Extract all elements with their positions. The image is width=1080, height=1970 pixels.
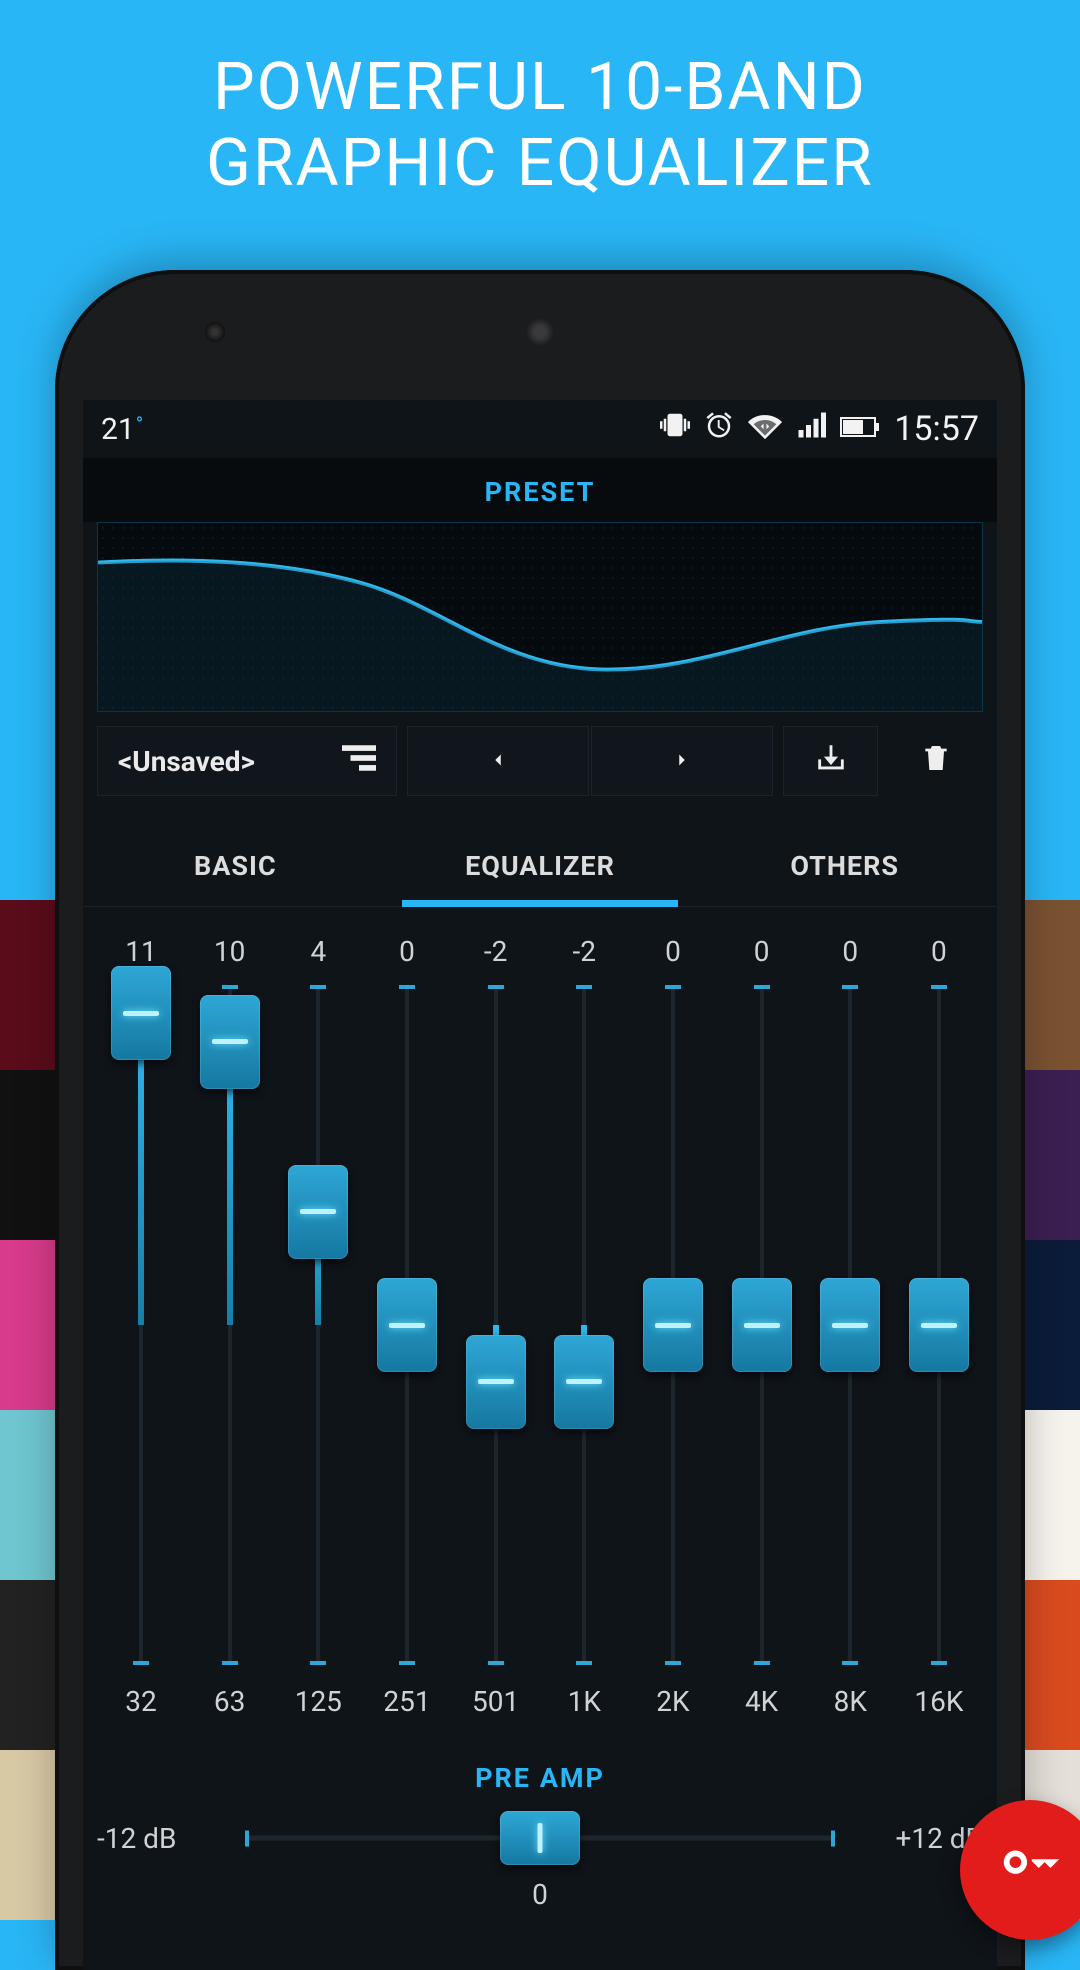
eq-band-8K: 0 8K: [806, 935, 894, 1718]
equalizer-panel: 1132 10 63 4 125 0 251 -2 501 -2 1K 0 2K 0 4K 0 8K 0 16K: [83, 907, 997, 1718]
eq-band-slider[interactable]: [806, 985, 894, 1665]
tab-basic[interactable]: BASIC: [83, 824, 388, 906]
trash-icon: [920, 741, 952, 782]
eq-band-2K: 0 2K: [629, 935, 717, 1718]
eq-band-slider[interactable]: [718, 985, 806, 1665]
eq-band-freq: 2K: [656, 1685, 689, 1718]
promo-bg-right: [1020, 900, 1080, 1920]
preamp-label: PRE AMP: [97, 1762, 983, 1794]
status-time: 15:57: [894, 409, 979, 449]
preamp-min-label: -12 dB: [97, 1822, 227, 1855]
tab-equalizer[interactable]: EQUALIZER: [388, 824, 693, 906]
eq-band-slider[interactable]: [452, 985, 540, 1665]
promo-title: POWERFUL 10-BAND GRAPHIC EQUALIZER: [0, 0, 1080, 202]
eq-band-value: 0: [931, 935, 947, 971]
preset-current-name: <Unsaved>: [118, 745, 255, 778]
eq-band-value: 10: [214, 935, 245, 971]
preamp-slider[interactable]: [245, 1808, 835, 1868]
wifi-icon: [748, 410, 782, 448]
eq-band-1K: -2 1K: [540, 935, 628, 1718]
eq-band-slider[interactable]: [895, 985, 983, 1665]
eq-band-value: 0: [754, 935, 770, 971]
eq-band-slider[interactable]: [186, 985, 274, 1665]
preset-section-header: PRESET: [83, 458, 997, 522]
eq-band-32: 1132: [97, 935, 185, 1718]
eq-band-freq: 1K: [568, 1685, 601, 1718]
eq-band-63: 10 63: [186, 935, 274, 1718]
tab-bar: BASIC EQUALIZER OTHERS: [83, 824, 997, 907]
key-icon: [995, 1833, 1065, 1907]
eq-band-16K: 0 16K: [895, 935, 983, 1718]
eq-band-slider[interactable]: [274, 985, 362, 1665]
phone-sensor: [205, 322, 225, 342]
status-temperature: 21°: [101, 412, 143, 447]
eq-band-freq: 125: [295, 1685, 342, 1718]
battery-icon: [840, 412, 880, 447]
eq-band-value: 0: [665, 935, 681, 971]
eq-band-value: 0: [399, 935, 415, 971]
preset-save-button[interactable]: [783, 726, 878, 796]
vibrate-icon: [660, 410, 690, 448]
eq-band-freq: 4K: [745, 1685, 778, 1718]
eq-band-freq: 63: [214, 1685, 245, 1718]
preamp-section: PRE AMP -12 dB +12 dB 0: [83, 1762, 997, 1911]
arrow-left-icon: [487, 745, 509, 778]
eq-band-freq: 8K: [834, 1685, 867, 1718]
eq-response-graph: [97, 522, 983, 712]
preset-prev-button[interactable]: [407, 726, 589, 796]
eq-band-freq: 501: [472, 1685, 519, 1718]
eq-band-value: -2: [484, 935, 507, 971]
eq-band-freq: 32: [125, 1685, 156, 1718]
arrow-right-icon: [671, 745, 693, 778]
phone-frame: 21° 15:57 P: [55, 270, 1025, 1970]
eq-band-value: 4: [310, 935, 326, 971]
preset-delete-button[interactable]: [888, 726, 983, 796]
save-icon: [814, 741, 848, 782]
eq-band-501: -2 501: [452, 935, 540, 1718]
eq-band-125: 4 125: [274, 935, 362, 1718]
eq-band-slider[interactable]: [363, 985, 451, 1665]
signal-icon: [796, 410, 826, 448]
phone-earpiece: [526, 318, 554, 346]
preset-picker[interactable]: <Unsaved>: [97, 726, 397, 796]
promo-bg-left: [0, 900, 60, 1920]
eq-band-slider[interactable]: [540, 985, 628, 1665]
eq-band-freq: 251: [383, 1685, 430, 1718]
eq-band-value: -2: [573, 935, 596, 971]
eq-band-freq: 16K: [914, 1685, 963, 1718]
tab-others[interactable]: OTHERS: [692, 824, 997, 906]
status-bar: 21° 15:57: [83, 400, 997, 458]
eq-band-slider[interactable]: [97, 985, 185, 1665]
alarm-icon: [704, 410, 734, 448]
eq-band-slider[interactable]: [629, 985, 717, 1665]
eq-band-value: 0: [842, 935, 858, 971]
preamp-value: 0: [97, 1878, 983, 1911]
preset-controls: <Unsaved>: [97, 726, 983, 796]
phone-screen: 21° 15:57 P: [83, 400, 997, 1970]
list-icon: [342, 745, 376, 778]
preset-next-button[interactable]: [591, 726, 773, 796]
eq-band-4K: 0 4K: [718, 935, 806, 1718]
eq-band-251: 0 251: [363, 935, 451, 1718]
